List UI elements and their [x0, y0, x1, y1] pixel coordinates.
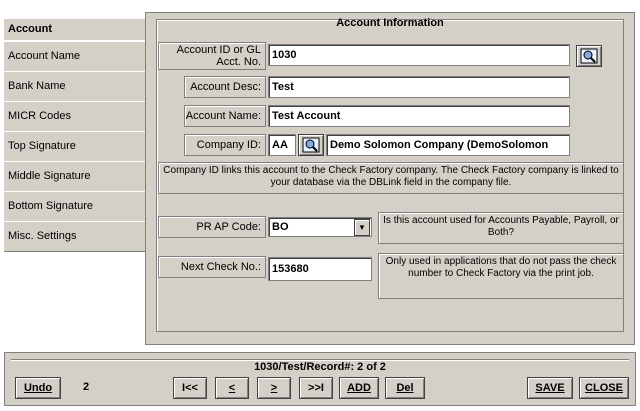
undo-button[interactable]: Undo — [15, 377, 61, 399]
company-id-lookup-button[interactable] — [298, 134, 324, 156]
undo-label: Undo — [23, 382, 53, 394]
last-record-button[interactable]: >>I — [299, 377, 333, 399]
magnifier-lookup-icon — [580, 48, 598, 64]
tab-micr-codes[interactable]: MICR Codes — [4, 101, 148, 132]
account-id-label-line1: Account ID or GL — [176, 44, 261, 56]
account-desc-label: Account Desc: — [184, 76, 266, 98]
tab-middle-signature[interactable]: Middle Signature — [4, 161, 148, 192]
next-record-button[interactable]: > — [257, 377, 291, 399]
account-id-label: Account ID or GL Acct. No. — [158, 42, 266, 70]
account-information-panel: Account Information Account ID or GL Acc… — [145, 12, 635, 345]
tab-misc-settings[interactable]: Misc. Settings — [4, 221, 148, 252]
change-count: 2 — [83, 381, 90, 393]
company-link-note: Company ID links this account to the Che… — [158, 162, 624, 194]
footer-toolbar: 1030/Test/Record#: 2 of 2 Undo 2 I<< < >… — [4, 352, 636, 406]
account-id-input[interactable]: 1030 — [268, 44, 570, 66]
account-name-input[interactable]: Test Account — [268, 105, 570, 127]
add-record-button[interactable]: ADD — [339, 377, 379, 399]
next-check-note: Only used in applications that do not pa… — [378, 253, 624, 299]
tab-bottom-signature[interactable]: Bottom Signature — [4, 191, 148, 222]
add-label: ADD — [347, 382, 371, 394]
tab-label: Bottom Signature — [8, 200, 93, 212]
company-id-label: Company ID: — [184, 134, 266, 156]
close-label: CLOSE — [585, 382, 623, 394]
magnifier-lookup-icon — [302, 137, 320, 153]
account-name-label: Account Name: — [184, 105, 266, 127]
next-check-label: Next Check No.: — [158, 256, 266, 278]
tab-top-signature[interactable]: Top Signature — [4, 131, 148, 162]
company-id-input[interactable]: AA — [268, 134, 296, 156]
first-record-button[interactable]: I<< — [173, 377, 207, 399]
delete-record-button[interactable]: Del — [385, 377, 425, 399]
tab-label: Account — [8, 23, 52, 35]
pr-ap-code-value: BO — [272, 221, 289, 233]
panel-title: Account Information — [336, 17, 444, 29]
next-check-input[interactable]: 153680 — [268, 257, 372, 281]
tab-account[interactable]: Account — [4, 18, 148, 40]
previous-record-button[interactable]: < — [215, 377, 249, 399]
account-id-label-line2: Acct. No. — [216, 56, 261, 68]
pr-ap-code-label: PR AP Code: — [158, 216, 266, 238]
tab-label: Bank Name — [8, 80, 66, 92]
tab-label: Misc. Settings — [8, 230, 77, 242]
window-top-strip — [0, 0, 640, 12]
previous-label: < — [228, 382, 236, 394]
account-id-lookup-button[interactable] — [576, 45, 602, 67]
tab-label: MICR Codes — [8, 110, 71, 122]
tab-label: Account Name — [8, 50, 81, 62]
record-indicator: 1030/Test/Record#: 2 of 2 — [254, 361, 386, 373]
save-label: SAVE — [535, 382, 565, 394]
tab-label: Middle Signature — [8, 170, 91, 182]
tab-account-name[interactable]: Account Name — [4, 41, 148, 72]
delete-label: Del — [396, 382, 414, 394]
save-button[interactable]: SAVE — [527, 377, 573, 399]
tab-label: Top Signature — [8, 140, 76, 152]
pr-ap-code-select[interactable]: BO ▼ — [268, 217, 372, 237]
account-desc-input[interactable]: Test — [268, 76, 570, 98]
close-button[interactable]: CLOSE — [579, 377, 629, 399]
company-name-display: Demo Solomon Company (DemoSolomon — [326, 134, 570, 156]
next-label: > — [270, 382, 278, 394]
pr-ap-note: Is this account used for Accounts Payabl… — [378, 212, 624, 244]
tab-bank-name[interactable]: Bank Name — [4, 71, 148, 102]
dropdown-arrow-icon[interactable]: ▼ — [354, 219, 370, 236]
